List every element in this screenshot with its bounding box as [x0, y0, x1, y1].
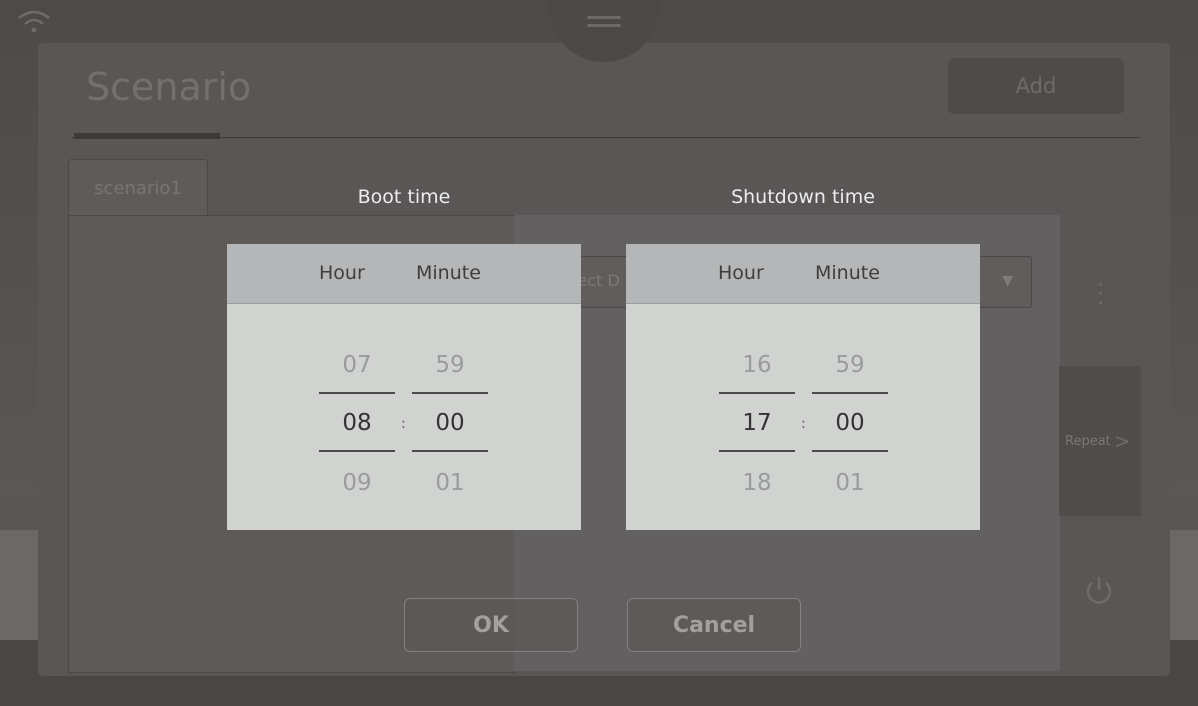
title-underline [74, 133, 220, 139]
shutdown-picker-header: Hour Minute [626, 244, 980, 304]
shutdown-hour-header: Hour [718, 262, 764, 284]
add-button[interactable]: Add [948, 58, 1124, 114]
boot-minute-line-top [412, 392, 488, 394]
boot-hour-next[interactable]: 09 [319, 470, 395, 496]
shutdown-separator: : [801, 416, 806, 432]
power-icon[interactable] [1084, 575, 1114, 607]
boot-hour-value[interactable]: 08 [319, 410, 395, 436]
background-wall-left [0, 530, 40, 640]
shutdown-hour-next[interactable]: 18 [719, 470, 795, 496]
shutdown-minute-line-bottom [812, 450, 888, 452]
chevron-right-icon: > [1113, 429, 1131, 453]
shutdown-hour-value[interactable]: 17 [719, 410, 795, 436]
wifi-icon [18, 10, 50, 33]
boot-separator: : [401, 416, 406, 432]
boot-minute-prev[interactable]: 59 [412, 352, 488, 378]
boot-minute-line-bottom [412, 450, 488, 452]
scenario-panel: Scenario Add scenario1 lect D ▼ Repeat > [38, 43, 1170, 676]
shutdown-time-picker: Hour Minute 16 17 18 : 59 00 01 [626, 244, 980, 530]
tab-scenario1[interactable]: scenario1 [68, 159, 208, 216]
triangle-down-icon: ▼ [1002, 273, 1013, 289]
repeat-button[interactable]: Repeat > [1059, 366, 1141, 516]
boot-hour-header: Hour [319, 262, 365, 284]
boot-hour-line-top [319, 392, 395, 394]
repeat-label: Repeat [1065, 433, 1111, 449]
background-wall-right [1168, 530, 1198, 640]
boot-hour-line-bottom [319, 450, 395, 452]
shutdown-minute-value[interactable]: 00 [812, 410, 888, 436]
shutdown-minute-header: Minute [815, 262, 880, 284]
boot-minute-next[interactable]: 01 [412, 470, 488, 496]
title-divider [72, 137, 1140, 138]
kebab-icon[interactable] [1090, 273, 1110, 313]
boot-minute-value[interactable]: 00 [412, 410, 488, 436]
boot-time-label: Boot time [357, 186, 451, 208]
shutdown-minute-prev[interactable]: 59 [812, 352, 888, 378]
cancel-button[interactable]: Cancel [627, 598, 801, 652]
boot-minute-header: Minute [416, 262, 481, 284]
page-title: Scenario [86, 65, 252, 109]
ok-button[interactable]: OK [404, 598, 578, 652]
shutdown-hour-prev[interactable]: 16 [719, 352, 795, 378]
shutdown-minute-line-top [812, 392, 888, 394]
boot-hour-prev[interactable]: 07 [319, 352, 395, 378]
shutdown-hour-line-bottom [719, 450, 795, 452]
shutdown-time-label: Shutdown time [731, 186, 875, 208]
shutdown-minute-next[interactable]: 01 [812, 470, 888, 496]
boot-picker-header: Hour Minute [227, 244, 581, 304]
shutdown-hour-line-top [719, 392, 795, 394]
boot-time-picker: Hour Minute 07 08 09 : 59 00 01 [227, 244, 581, 530]
